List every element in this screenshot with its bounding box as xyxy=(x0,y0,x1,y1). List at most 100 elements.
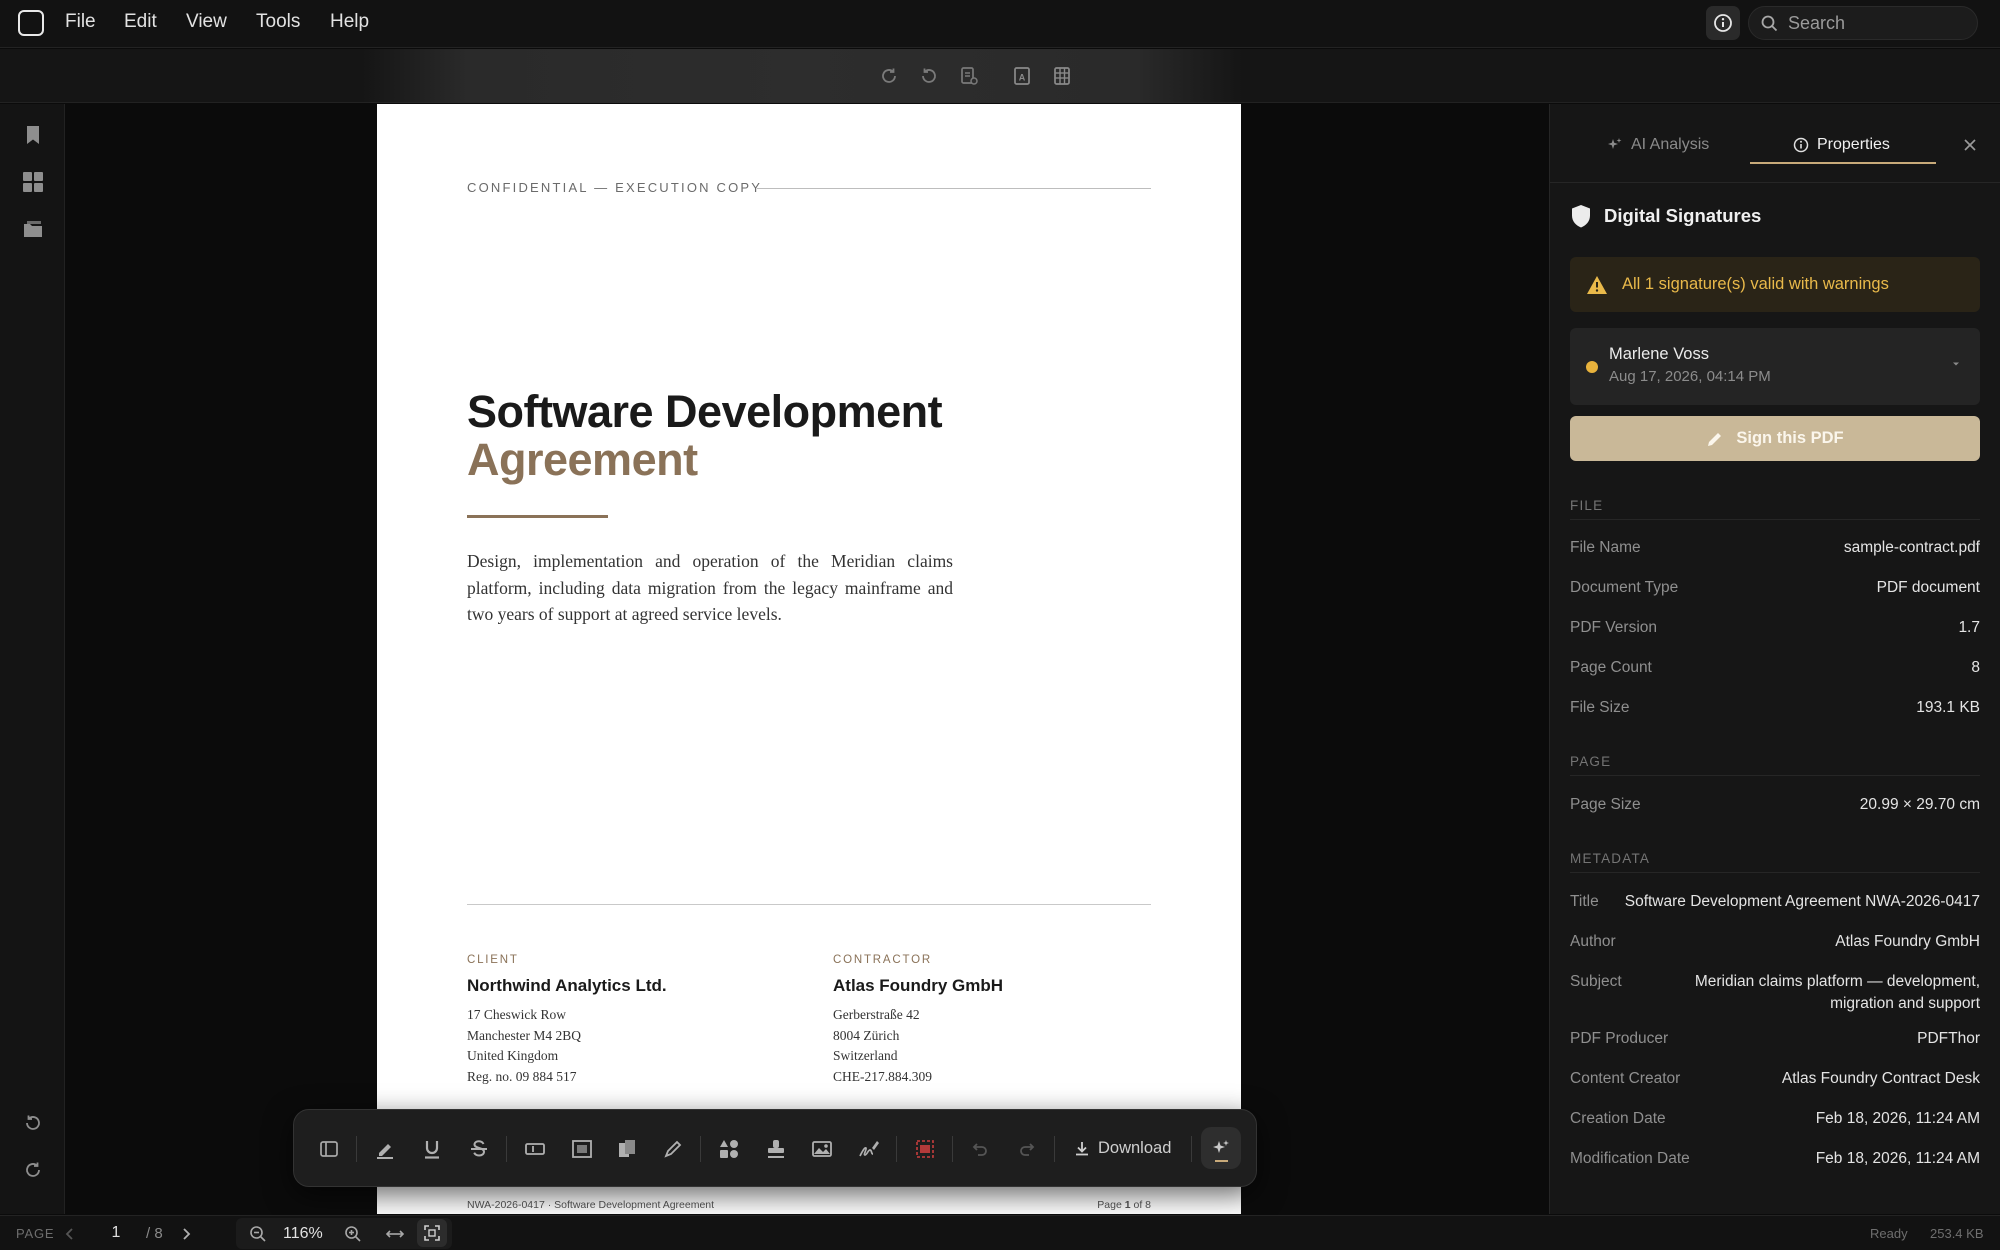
redo-icon xyxy=(1020,1143,1035,1156)
shapes-tool-button[interactable] xyxy=(714,1134,744,1164)
image-tool-button[interactable] xyxy=(807,1134,837,1164)
prop-value: PDFThor xyxy=(1917,1030,1980,1047)
shield-icon xyxy=(1572,205,1590,228)
undo-button[interactable] xyxy=(965,1134,995,1164)
annotation-toolbar: Download xyxy=(293,1109,1257,1187)
rotate-cw-button[interactable] xyxy=(875,62,903,90)
client-address-line: Manchester M4 2BQ xyxy=(467,1027,581,1043)
signer-name: Marlene Voss xyxy=(1609,345,1709,363)
attachments-button[interactable] xyxy=(18,214,48,244)
close-panel-button[interactable] xyxy=(1958,133,1982,157)
prop-value: sample-contract.pdf xyxy=(1843,539,1980,556)
contractor-address-line: Switzerland xyxy=(833,1048,898,1063)
bookmarks-button[interactable] xyxy=(18,120,48,150)
undo-icon xyxy=(972,1143,987,1156)
prop-key: PDF Producer xyxy=(1570,1030,1669,1047)
prop-key: Subject xyxy=(1570,973,1622,990)
document-viewer[interactable]: CONFIDENTIAL — EXECUTION COPY Software D… xyxy=(66,104,1549,1214)
fit-width-button[interactable] xyxy=(385,1224,405,1244)
prop-key: Page Size xyxy=(1570,796,1641,813)
page-number-input[interactable] xyxy=(96,1220,136,1246)
draw-tool-button[interactable] xyxy=(658,1134,688,1164)
zoom-out-icon xyxy=(250,1226,266,1242)
info-button[interactable] xyxy=(1706,6,1740,40)
doc-header-rule xyxy=(757,188,1151,189)
doc-footer-reference: NWA-2026-0417 · Software Development Agr… xyxy=(467,1199,715,1211)
menu-help[interactable]: Help xyxy=(330,11,369,33)
active-tab-indicator xyxy=(1750,162,1936,164)
search-box[interactable] xyxy=(1748,6,1978,40)
ai-assistant-button[interactable] xyxy=(1201,1127,1241,1169)
tab-properties[interactable]: Properties xyxy=(1793,130,1890,160)
signer-date: Aug 17, 2026, 04:14 PM xyxy=(1609,368,1771,385)
chevron-right-icon xyxy=(183,1228,191,1240)
app-logo-icon[interactable] xyxy=(18,10,44,36)
ai-active-indicator xyxy=(1215,1160,1228,1162)
tab-ai-analysis[interactable]: AI Analysis xyxy=(1607,130,1709,160)
left-sidebar xyxy=(0,104,65,1214)
menu-file[interactable]: File xyxy=(65,11,96,33)
stamp-tool-button[interactable] xyxy=(761,1134,791,1164)
top-toolbar-page-area xyxy=(362,49,1242,103)
download-button[interactable]: Download xyxy=(1074,1130,1171,1166)
prop-key: Creation Date xyxy=(1570,1110,1666,1127)
doc-footer-page-prefix: Page xyxy=(1097,1199,1122,1211)
section-divider xyxy=(1570,775,1980,776)
search-input[interactable] xyxy=(1788,12,1968,34)
sparkles-icon xyxy=(1213,1140,1229,1153)
info-icon xyxy=(1793,137,1809,153)
doc-title-rule xyxy=(467,515,608,518)
sign-pdf-button[interactable]: Sign this PDF xyxy=(1570,416,1980,461)
signatures-heading: Digital Signatures xyxy=(1570,204,1761,228)
pencil-icon xyxy=(664,1140,682,1158)
strikethrough-tool-button[interactable] xyxy=(464,1134,494,1164)
prop-file-size: File Size 193.1 KB xyxy=(1570,697,1980,719)
download-icon xyxy=(1076,1142,1088,1156)
sign-pdf-label: Sign this PDF xyxy=(1736,429,1844,447)
fit-page-button[interactable] xyxy=(417,1219,447,1247)
menu-tools[interactable]: Tools xyxy=(256,11,300,33)
prop-key: File Size xyxy=(1570,699,1630,716)
ocr-text-icon: A xyxy=(1014,67,1030,85)
pdf-page[interactable]: CONFIDENTIAL — EXECUTION COPY Software D… xyxy=(377,104,1241,1214)
next-page-button[interactable] xyxy=(176,1224,196,1244)
chevron-left-icon xyxy=(65,1228,73,1240)
page-grid-button[interactable] xyxy=(1048,62,1076,90)
redo-history-button[interactable] xyxy=(18,1155,48,1185)
page-settings-button[interactable] xyxy=(955,62,983,90)
copy-pages-tool-button[interactable] xyxy=(612,1134,642,1164)
text-field-icon xyxy=(525,1143,545,1155)
prop-pdf-producer: PDF Producer PDFThor xyxy=(1570,1028,1980,1050)
zoom-in-button[interactable] xyxy=(343,1224,363,1244)
section-divider xyxy=(1570,519,1980,520)
prop-value: Software Development Agreement NWA-2026-… xyxy=(1624,893,1980,910)
chevron-down-icon xyxy=(1953,362,1959,366)
signature-warning-banner: All 1 signature(s) valid with warnings xyxy=(1570,257,1980,312)
toolbar-divider xyxy=(700,1136,701,1162)
signature-tool-button[interactable] xyxy=(854,1134,884,1164)
prev-page-button[interactable] xyxy=(60,1224,80,1244)
thumbnails-button[interactable] xyxy=(18,167,48,197)
prop-title: Title Software Development Agreement NWA-… xyxy=(1570,891,1980,913)
text-box-tool-button[interactable] xyxy=(520,1134,550,1164)
prop-key: Title xyxy=(1570,893,1599,910)
doc-parties-rule xyxy=(467,904,1151,905)
signer-card[interactable]: Marlene Voss Aug 17, 2026, 04:14 PM xyxy=(1570,328,1980,405)
undo-history-button[interactable] xyxy=(18,1108,48,1138)
redact-tool-button[interactable] xyxy=(910,1134,940,1164)
toggle-sidebar-button[interactable] xyxy=(314,1134,344,1164)
doc-title-line1: Software Development xyxy=(467,386,943,437)
ocr-button[interactable]: A xyxy=(1008,62,1036,90)
area-select-tool-button[interactable] xyxy=(567,1134,597,1164)
underline-tool-button[interactable] xyxy=(417,1134,447,1164)
highlight-tool-button[interactable] xyxy=(370,1134,400,1164)
redo-button[interactable] xyxy=(1012,1134,1042,1164)
menu-edit[interactable]: Edit xyxy=(124,11,157,33)
rotate-ccw-button[interactable] xyxy=(915,62,943,90)
contractor-label: CONTRACTOR xyxy=(833,954,932,966)
menu-view[interactable]: View xyxy=(186,11,227,33)
prop-value: 193.1 KB xyxy=(1916,699,1980,716)
zoom-out-button[interactable] xyxy=(248,1224,268,1244)
status-text: Ready xyxy=(1870,1226,1908,1241)
zoom-level[interactable]: 116% xyxy=(283,1225,323,1243)
